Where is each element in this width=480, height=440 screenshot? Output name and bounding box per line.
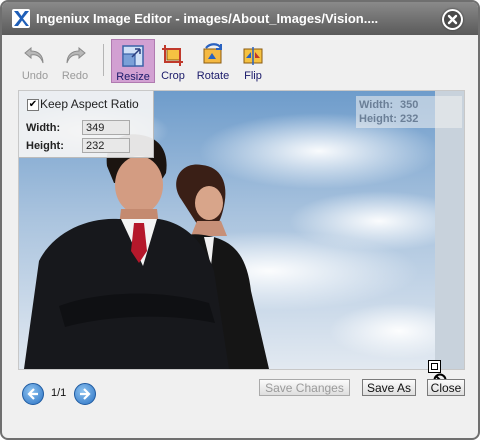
flip-label: Flip (244, 70, 262, 82)
resize-handle[interactable] (428, 360, 441, 373)
resize-label: Resize (116, 71, 150, 83)
save-as-button[interactable]: Save As (362, 379, 416, 396)
title-bar: Ingeniux Image Editor - images/About_Ima… (2, 2, 478, 35)
arrow-left-icon (27, 388, 38, 400)
next-page-button[interactable] (74, 383, 96, 405)
image-canvas[interactable]: ✔ Keep Aspect Ratio Width: 349 Height: 2… (18, 90, 465, 370)
undo-icon (24, 46, 44, 64)
original-height-value: 232 (400, 113, 419, 125)
original-width-value: 350 (400, 99, 419, 111)
close-button[interactable]: Close (427, 379, 465, 396)
resize-icon (122, 45, 144, 67)
crop-label: Crop (161, 70, 185, 82)
prev-page-button[interactable] (22, 383, 44, 405)
undo-button[interactable]: Undo (14, 39, 56, 82)
rotate-icon (203, 43, 222, 64)
height-input[interactable]: 232 (82, 138, 130, 153)
width-input[interactable]: 349 (82, 120, 130, 135)
original-width-label: Width: (359, 99, 394, 111)
height-label: Height: (26, 140, 64, 152)
close-window-button[interactable] (442, 9, 463, 30)
original-size-readout: Width: 350 Height: 232 (356, 96, 462, 128)
keep-aspect-checkbox[interactable]: ✔ (27, 99, 39, 111)
crop-button[interactable]: Crop (152, 39, 194, 82)
close-x-icon (444, 11, 461, 28)
redo-label: Redo (61, 70, 89, 82)
resize-button[interactable]: Resize (111, 39, 155, 83)
window-title: Ingeniux Image Editor - images/About_Ima… (36, 11, 379, 26)
save-changes-button[interactable]: Save Changes (259, 379, 350, 396)
canvas-padding (435, 91, 464, 369)
undo-label: Undo (21, 70, 49, 82)
arrow-right-icon (80, 388, 91, 400)
ingeniux-x-logo-icon (12, 9, 30, 28)
image-editor-dialog: Ingeniux Image Editor - images/About_Ima… (0, 0, 480, 440)
original-height-label: Height: (359, 113, 397, 125)
redo-icon (66, 46, 86, 64)
resize-panel: ✔ Keep Aspect Ratio Width: 349 Height: 2… (19, 91, 154, 158)
flip-button[interactable]: Flip (232, 39, 274, 82)
toolbar-separator (103, 44, 104, 76)
page-indicator: 1/1 (51, 387, 67, 399)
toolbar: Undo Redo Resize Crop Rotate Flip (2, 35, 478, 85)
rotate-label: Rotate (196, 70, 230, 82)
width-label: Width: (26, 122, 61, 134)
keep-aspect-label: Keep Aspect Ratio (40, 97, 139, 111)
rotate-button[interactable]: Rotate (192, 39, 234, 82)
crop-icon (162, 45, 183, 66)
redo-button[interactable]: Redo (54, 39, 96, 82)
flip-icon (243, 47, 263, 65)
